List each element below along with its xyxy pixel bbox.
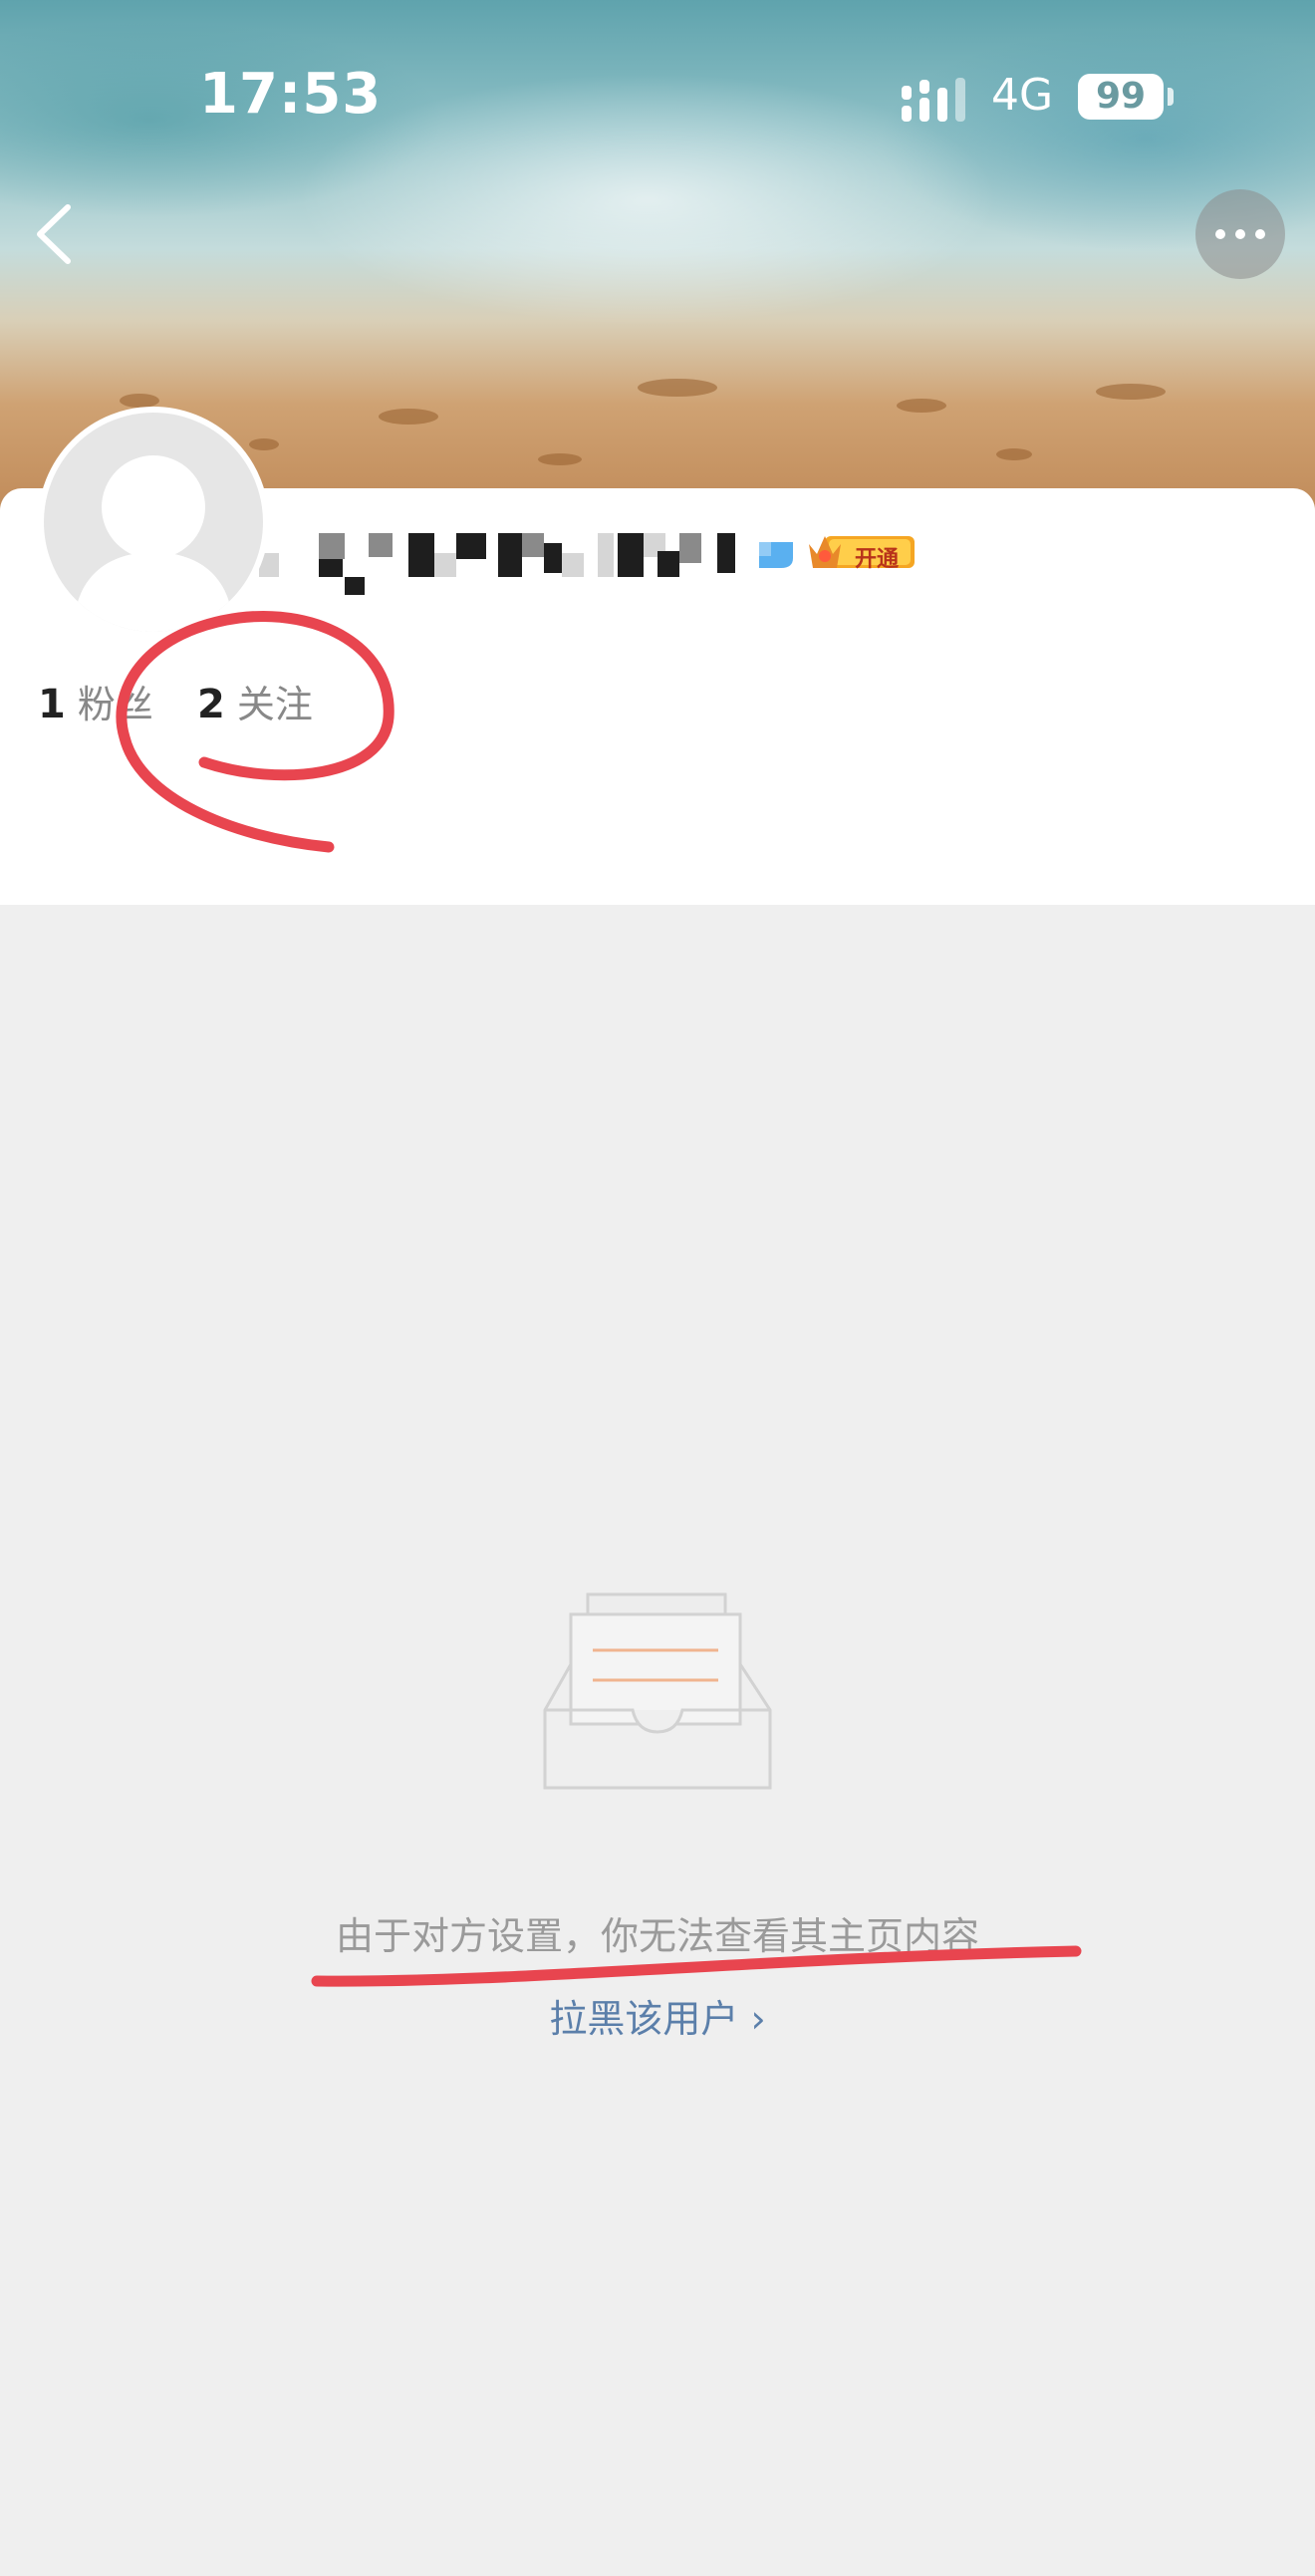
sand-texture <box>249 438 279 450</box>
following-label: 关注 <box>236 683 313 726</box>
sand-texture <box>996 448 1032 460</box>
network-type: 4G <box>991 70 1054 121</box>
sand-texture <box>379 409 438 425</box>
sand-texture <box>638 379 717 397</box>
battery-indicator: 99 <box>1078 74 1164 120</box>
more-button[interactable] <box>1195 189 1285 279</box>
avatar[interactable] <box>38 407 269 638</box>
signal-icon <box>902 78 965 122</box>
sand-texture <box>538 453 582 465</box>
following-stat[interactable]: 2 关注 <box>197 674 313 728</box>
sand-texture <box>1096 384 1166 400</box>
default-avatar-icon <box>74 455 233 632</box>
sand-texture <box>897 399 946 413</box>
battery-cap-icon <box>1168 88 1174 106</box>
followers-stat[interactable]: 1 粉丝 <box>38 674 153 728</box>
more-dots-icon <box>1235 229 1245 239</box>
followers-label: 粉丝 <box>77 683 153 726</box>
nickname-mosaic <box>259 533 747 595</box>
following-count: 2 <box>197 682 225 727</box>
back-button[interactable] <box>20 189 90 279</box>
status-time: 17:53 <box>199 62 383 127</box>
verified-badge-icon <box>759 542 793 568</box>
privacy-message: 由于对方设置，你无法查看其主页内容 <box>335 1914 979 1958</box>
block-user-link[interactable]: 拉黑该用户 › <box>0 1988 1315 2043</box>
empty-inbox-icon <box>543 1592 772 1790</box>
more-dots-icon <box>1215 229 1225 239</box>
sand-texture <box>120 394 159 408</box>
more-dots-icon <box>1255 229 1265 239</box>
vip-open-label[interactable]: 开通 <box>855 541 899 573</box>
followers-count: 1 <box>38 682 66 727</box>
chevron-left-icon <box>37 204 71 264</box>
